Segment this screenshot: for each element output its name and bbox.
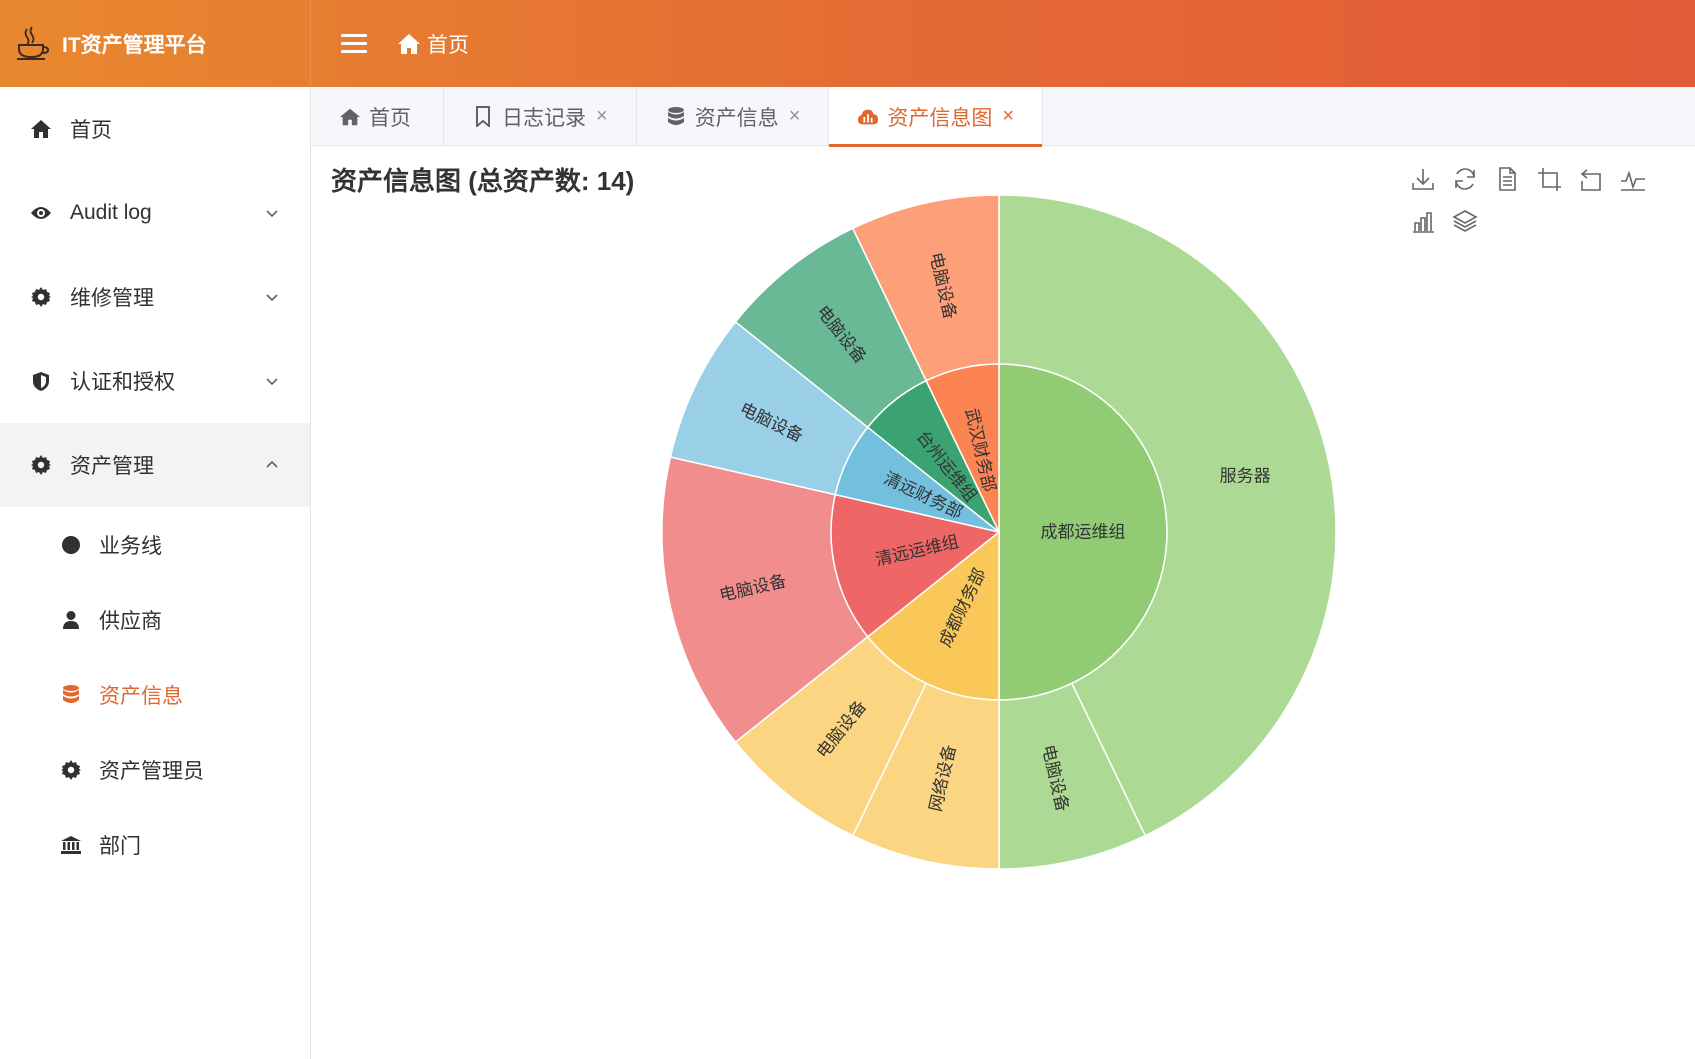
home-icon	[339, 106, 361, 128]
sidebar-item-asset-management[interactable]: 资产管理	[0, 423, 310, 507]
tab-asset-info[interactable]: 资产信息 ×	[637, 87, 830, 146]
sidebar-item-auth[interactable]: 认证和授权	[0, 339, 310, 423]
menu-toggle-icon[interactable]	[341, 31, 367, 57]
sidebar-item-label: Audit log	[70, 201, 152, 224]
gear-icon	[30, 454, 52, 476]
chevron-down-icon	[266, 210, 278, 218]
sidebar-item-home[interactable]: 首页	[0, 87, 310, 171]
sidebar-item-label: 资产信息	[99, 684, 183, 708]
top-header: IT资产管理平台 首页	[0, 0, 1695, 87]
chevron-down-icon	[266, 378, 278, 386]
sidebar-item-label: 首页	[70, 119, 112, 142]
tab-home[interactable]: 首页	[311, 87, 444, 146]
close-icon[interactable]: ×	[596, 105, 608, 128]
sunburst-outer-segment-label: 服务器	[1220, 466, 1271, 485]
sidebar-item-label: 维修管理	[70, 287, 154, 310]
chart-panel: 成都运维组 成都财务部 清远运维组 清远财务部 台州运维组 武汉财务部 服务器 电脑设备 网络设…	[311, 147, 1695, 1059]
sidebar-item-label: 认证和授权	[70, 371, 175, 394]
breadcrumb[interactable]: 首页	[397, 29, 469, 59]
line-chart-icon[interactable]	[1619, 165, 1647, 193]
tab-asset-info-chart[interactable]: 资产信息图 ×	[829, 87, 1044, 147]
bar-chart-icon[interactable]	[1409, 207, 1437, 235]
sidebar-item-department[interactable]: 部门	[0, 807, 310, 882]
database-icon	[665, 106, 687, 128]
sidebar-item-business-line[interactable]: 业务线	[0, 507, 310, 582]
circle-icon	[60, 534, 82, 556]
sidebar-item-label: 资产管理	[70, 455, 154, 478]
sidebar-item-label: 业务线	[99, 534, 162, 558]
close-icon[interactable]: ×	[1002, 105, 1014, 128]
download-icon[interactable]	[1409, 165, 1437, 193]
sunburst-chart: 成都运维组成都财务部清远运维组清远财务部台州运维组武汉财务部 服务器电脑设备网络设…	[661, 194, 1337, 870]
user-icon	[60, 609, 82, 631]
sidebar-item-supplier[interactable]: 供应商	[0, 582, 310, 657]
tab-label: 资产信息图	[887, 106, 993, 130]
close-icon[interactable]: ×	[789, 105, 801, 128]
tab-label: 日志记录	[502, 106, 586, 130]
home-icon	[30, 118, 52, 140]
sidebar-item-audit-log[interactable]: Audit log	[0, 171, 310, 255]
database-icon	[60, 684, 82, 706]
tab-bar: 首页 日志记录 × 资产信息 × 资产信息图 ×	[311, 87, 1695, 147]
chevron-up-icon	[266, 460, 278, 468]
logo-area[interactable]: IT资产管理平台	[0, 0, 311, 87]
chevron-down-icon	[266, 294, 278, 302]
chart-title: 资产信息图 (总资产数: 14)	[331, 166, 635, 196]
gear-icon	[30, 286, 52, 308]
gear-icon	[60, 759, 82, 781]
zoom-icon[interactable]	[1535, 165, 1563, 193]
home-icon	[398, 33, 420, 54]
tab-label: 资产信息	[694, 106, 779, 130]
refresh-icon[interactable]	[1451, 165, 1479, 193]
tab-log-records[interactable]: 日志记录 ×	[444, 87, 637, 146]
data-view-icon[interactable]	[1493, 165, 1521, 193]
stack-icon[interactable]	[1451, 207, 1479, 235]
bank-icon	[60, 834, 82, 856]
zoom-reset-icon[interactable]	[1577, 165, 1605, 193]
breadcrumb-home: 首页	[427, 33, 469, 57]
sunburst-inner-segment-label: 成都运维组	[1041, 523, 1126, 542]
tab-label: 首页	[369, 106, 411, 130]
sidebar-item-asset-admin[interactable]: 资产管理员	[0, 732, 310, 807]
app: IT资产管理平台 首页 首页 Audit log 维修管理 认证和授权 资产管理…	[0, 0, 1695, 1059]
coffee-cup-logo-icon	[10, 22, 54, 66]
sidebar-item-label: 资产管理员	[99, 759, 204, 783]
sidebar-item-maintenance[interactable]: 维修管理	[0, 255, 310, 339]
cloud-chart-icon	[857, 106, 879, 128]
sidebar-item-label: 供应商	[99, 609, 162, 633]
eye-icon	[30, 202, 52, 224]
sidebar-item-asset-info[interactable]: 资产信息	[0, 657, 310, 732]
sidebar-item-label: 部门	[99, 834, 141, 858]
shield-icon	[30, 370, 52, 392]
sidebar: 首页 Audit log 维修管理 认证和授权 资产管理 业务线 供应商 资产信…	[0, 87, 311, 1059]
app-title: IT资产管理平台	[62, 33, 207, 57]
bookmark-icon	[472, 106, 494, 128]
